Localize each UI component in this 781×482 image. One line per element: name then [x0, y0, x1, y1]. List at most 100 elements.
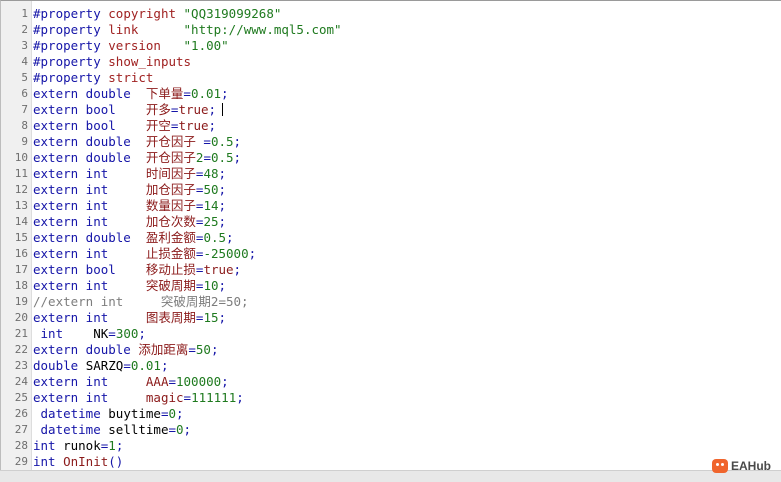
line-number: 5 — [21, 71, 28, 84]
code-token: SARZQ — [85, 358, 124, 373]
line-number: 23 — [14, 359, 28, 372]
code-line[interactable]: 29 int OnInit() — [1, 454, 781, 470]
code-token: int — [33, 438, 64, 453]
code-token: buytime — [108, 406, 161, 421]
code-line[interactable]: 9 extern double 开仓因子 =0.5; — [1, 134, 781, 150]
code-token: 时间因子 — [145, 166, 196, 181]
code-line[interactable]: 8 extern bool 开空=true; — [1, 118, 781, 134]
code-token: 0.5 — [210, 150, 234, 165]
code-text[interactable]: datetime buytime=0; — [33, 406, 184, 422]
code-line[interactable]: 2 #property link "http://www.mql5.com" — [1, 22, 781, 38]
code-token: link — [108, 22, 184, 37]
code-token: ; — [218, 198, 227, 213]
code-text[interactable]: extern int 数量因子=14; — [33, 198, 226, 214]
line-number: 16 — [14, 247, 28, 260]
code-text[interactable]: extern double 添加距离=50; — [33, 342, 219, 358]
code-line[interactable]: 4 #property show_inputs — [1, 54, 781, 70]
code-line[interactable]: 10 extern double 开仓因子2=0.5; — [1, 150, 781, 166]
code-text[interactable]: int OnInit() — [33, 454, 123, 470]
code-line[interactable]: 14 extern int 加仓次数=25; — [1, 214, 781, 230]
line-number: 18 — [14, 279, 28, 292]
code-line[interactable]: 19 //extern int 突破周期2=50; — [1, 294, 781, 310]
code-token: true — [178, 118, 209, 133]
code-line[interactable]: 25 extern int magic=111111; — [1, 390, 781, 406]
code-text[interactable]: #property copyright "QQ319099268" — [33, 6, 281, 22]
code-token: runok — [63, 438, 101, 453]
code-text[interactable]: extern bool 开多=true; — [33, 102, 224, 118]
code-line[interactable]: 15 extern double 盈利金额=0.5; — [1, 230, 781, 246]
code-line[interactable]: 11 extern int 时间因子=48; — [1, 166, 781, 182]
code-token: 50 — [195, 342, 211, 357]
code-token: //extern int 突破周期2=50; — [33, 294, 249, 309]
code-line[interactable]: 26 datetime buytime=0; — [1, 406, 781, 422]
code-token: = — [108, 326, 116, 341]
code-line[interactable]: 7 extern bool 开多=true; — [1, 102, 781, 118]
code-text[interactable]: extern int 时间因子=48; — [33, 166, 226, 182]
code-token: extern double — [33, 134, 146, 149]
code-text[interactable]: extern int 止损金额=-25000; — [33, 246, 256, 262]
code-text[interactable]: //extern int 突破周期2=50; — [33, 294, 249, 310]
line-number: 11 — [14, 167, 28, 180]
code-line[interactable]: 1 #property copyright "QQ319099268" — [1, 6, 781, 22]
code-token: 100000 — [176, 374, 222, 389]
code-line[interactable]: 21 int NK=300; — [1, 326, 781, 342]
code-text[interactable]: int runok=1; — [33, 438, 123, 454]
code-token: true — [178, 102, 209, 117]
eahub-logo-icon — [712, 459, 728, 473]
code-line[interactable]: 23 double SARZQ=0.01; — [1, 358, 781, 374]
code-text[interactable]: extern double 下单量=0.01; — [33, 86, 229, 102]
line-number: 21 — [14, 327, 28, 340]
code-text[interactable]: extern bool 移动止损=true; — [33, 262, 241, 278]
code-token: NK — [93, 326, 109, 341]
code-token: 14 — [203, 198, 219, 213]
code-token: ; — [176, 406, 184, 421]
code-token: = — [203, 150, 211, 165]
code-text[interactable]: double SARZQ=0.01; — [33, 358, 169, 374]
eahub-watermark: EAHub — [712, 459, 771, 473]
code-line[interactable]: 24 extern int AAA=100000; — [1, 374, 781, 390]
code-token: datetime — [33, 422, 109, 437]
code-text[interactable]: extern bool 开空=true; — [33, 118, 216, 134]
code-token: true — [203, 262, 234, 277]
code-token: "http://www.mql5.com" — [183, 22, 342, 37]
code-text[interactable]: extern double 盈利金额=0.5; — [33, 230, 234, 246]
code-line[interactable]: 20 extern int 图表周期=15; — [1, 310, 781, 326]
code-text[interactable]: #property show_inputs — [33, 54, 191, 70]
code-text[interactable]: extern int 图表周期=15; — [33, 310, 226, 326]
code-line[interactable]: 16 extern int 止损金额=-25000; — [1, 246, 781, 262]
code-text[interactable]: int NK=300; — [33, 326, 146, 342]
horizontal-scrollbar[interactable] — [0, 470, 781, 482]
code-text[interactable]: extern int magic=111111; — [33, 390, 244, 406]
code-text[interactable]: extern int 加仓次数=25; — [33, 214, 226, 230]
code-token: ; — [236, 390, 244, 405]
code-text[interactable]: #property version "1.00" — [33, 38, 229, 54]
code-token: 加仓次数 — [145, 214, 196, 229]
code-line[interactable]: 28 int runok=1; — [1, 438, 781, 454]
code-token: extern int — [33, 390, 146, 405]
line-number: 19 — [14, 295, 28, 308]
code-text[interactable]: #property link "http://www.mql5.com" — [33, 22, 342, 38]
code-line[interactable]: 13 extern int 数量因子=14; — [1, 198, 781, 214]
code-text[interactable]: datetime selltime=0; — [33, 422, 192, 438]
code-text[interactable]: #property strict — [33, 70, 153, 86]
code-line[interactable]: 22 extern double 添加距离=50; — [1, 342, 781, 358]
code-token: extern int — [33, 374, 146, 389]
code-line[interactable]: 17 extern bool 移动止损=true; — [1, 262, 781, 278]
code-text[interactable]: extern double 开仓因子2=0.5; — [33, 150, 241, 166]
code-line[interactable]: 12 extern int 加仓因子=50; — [1, 182, 781, 198]
line-number: 3 — [21, 39, 28, 52]
code-text[interactable]: extern int 突破周期=10; — [33, 278, 226, 294]
code-line[interactable]: 18 extern int 突破周期=10; — [1, 278, 781, 294]
code-text[interactable]: extern double 开仓因子 =0.5; — [33, 134, 241, 150]
code-token: ; — [221, 374, 229, 389]
code-line[interactable]: 3 #property version "1.00" — [1, 38, 781, 54]
code-line[interactable]: 5 #property strict — [1, 70, 781, 86]
code-token: 盈利金额 — [145, 230, 196, 245]
code-token: extern int — [33, 166, 146, 181]
code-line[interactable]: 6 extern double 下单量=0.01; — [1, 86, 781, 102]
code-lines[interactable]: 1 #property copyright "QQ319099268" 2 #prop… — [1, 6, 781, 470]
code-editor[interactable]: 1 #property copyright "QQ319099268" 2 #prop… — [0, 0, 781, 470]
code-text[interactable]: extern int AAA=100000; — [33, 374, 229, 390]
code-text[interactable]: extern int 加仓因子=50; — [33, 182, 226, 198]
code-line[interactable]: 27 datetime selltime=0; — [1, 422, 781, 438]
